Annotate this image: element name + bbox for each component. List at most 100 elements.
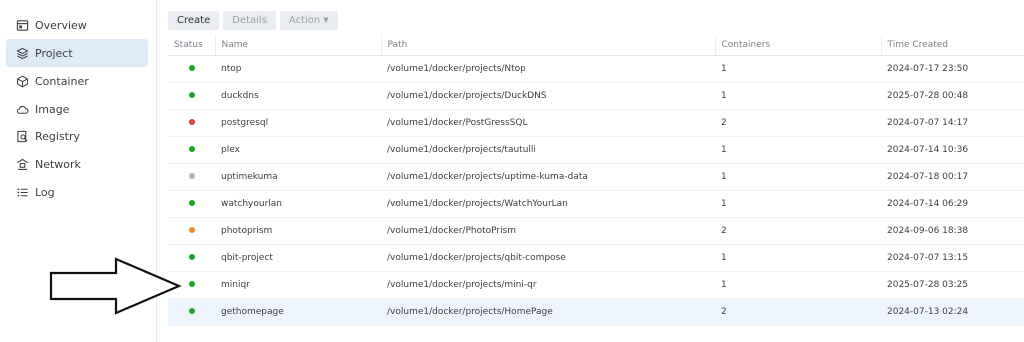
- status-dot-icon: [188, 254, 195, 260]
- sidebar-item-label: Network: [35, 157, 81, 171]
- name-cell: duckdns: [215, 82, 381, 110]
- time-created-cell: 2024-07-07 14:17: [881, 109, 1024, 137]
- toolbar: Create Details Action ▼: [168, 11, 338, 30]
- sidebar-item-container[interactable]: Container: [6, 67, 148, 95]
- path-cell: /volume1/docker/projects/qbit-compose: [381, 244, 715, 272]
- table-row[interactable]: watchyourlan/volume1/docker/projects/Wat…: [168, 190, 1024, 218]
- name-cell: gethomepage: [215, 298, 381, 326]
- status-dot-icon: [188, 308, 195, 314]
- containers-cell: 2: [715, 298, 881, 326]
- container-icon: [15, 74, 29, 88]
- status-dot-icon: [188, 92, 195, 98]
- containers-cell: 1: [715, 244, 881, 272]
- containers-cell: 1: [715, 55, 881, 83]
- status-cell: [168, 163, 215, 191]
- cloud-icon: [15, 102, 29, 116]
- status-cell: [168, 136, 215, 164]
- table-row[interactable]: ntop/volume1/docker/projects/Ntop 1 2024-0…: [168, 55, 1024, 83]
- project-table: Status Name Path Containers Time Created…: [168, 35, 1024, 326]
- containers-cell: 1: [715, 163, 881, 191]
- time-created-cell: 2024-07-18 00:17: [881, 163, 1024, 191]
- column-header-status[interactable]: Status: [168, 35, 216, 56]
- list-icon: [15, 185, 29, 199]
- name-cell: ntop: [215, 55, 381, 83]
- table-row[interactable]: uptimekuma/volume1/docker/projects/uptim…: [168, 163, 1024, 191]
- name-cell: photoprism: [215, 217, 381, 245]
- time-created-cell: 2024-07-07 13:15: [881, 244, 1024, 272]
- sidebar-item-label: Container: [35, 74, 89, 88]
- path-cell: /volume1/docker/projects/mini-qr: [381, 271, 715, 299]
- sidebar-item-registry[interactable]: Registry: [6, 122, 148, 150]
- sidebar-item-network[interactable]: Network: [6, 150, 148, 178]
- path-cell: /volume1/docker/projects/uptime-kuma-dat…: [381, 163, 715, 191]
- containers-cell: 1: [715, 271, 881, 299]
- status-dot-icon: [188, 200, 195, 206]
- table-row[interactable]: postgresql/volume1/docker/PostGressSQL 2 2…: [168, 109, 1024, 137]
- time-created-cell: 2024-07-17 23:50: [881, 55, 1024, 83]
- time-created-cell: 2024-07-14 10:36: [881, 136, 1024, 164]
- sidebar-item-log[interactable]: Log: [6, 178, 148, 206]
- path-cell: /volume1/docker/projects/Ntop: [381, 55, 715, 83]
- sidebar-item-overview[interactable]: Overview: [6, 11, 148, 39]
- sidebar-item-image[interactable]: Image: [6, 95, 148, 123]
- path-cell: /volume1/docker/projects/WatchYourLan: [381, 190, 715, 218]
- name-cell: postgresql: [215, 109, 381, 137]
- status-dot-icon: [188, 173, 195, 179]
- status-cell: [168, 217, 215, 245]
- project-icon: [15, 46, 29, 60]
- create-button[interactable]: Create: [168, 11, 220, 30]
- table-header-row: Status Name Path Containers Time Created: [168, 35, 1024, 56]
- path-cell: /volume1/docker/PhotoPrism: [381, 217, 715, 245]
- registry-icon: [15, 129, 29, 143]
- table-row[interactable]: duckdns/volume1/docker/projects/DuckDNS 1…: [168, 82, 1024, 110]
- containers-cell: 1: [715, 82, 881, 110]
- network-icon: [15, 157, 29, 171]
- time-created-cell: 2024-07-13 02:24: [881, 298, 1024, 326]
- name-cell: uptimekuma: [215, 163, 381, 191]
- chevron-down-icon: ▼: [323, 16, 329, 24]
- containers-cell: 2: [715, 217, 881, 245]
- status-dot-icon: [188, 146, 195, 152]
- action-button[interactable]: Action ▼: [279, 11, 338, 30]
- containers-cell: 1: [715, 136, 881, 164]
- name-cell: watchyourlan: [215, 190, 381, 218]
- sidebar-item-label: Project: [35, 46, 73, 60]
- annotation-arrow-icon: [49, 257, 182, 315]
- sidebar-item-project[interactable]: Project: [6, 39, 148, 67]
- path-cell: /volume1/docker/projects/tautulli: [381, 136, 715, 164]
- column-header-time-created[interactable]: Time Created: [881, 35, 1024, 56]
- table-row[interactable]: gethomepage/volume1/docker/projects/Home…: [168, 298, 1024, 326]
- name-cell: qbit-project: [215, 244, 381, 272]
- main-panel: Create Details Action ▼ Status Name Path …: [49, 0, 1024, 342]
- column-header-containers[interactable]: Containers: [715, 35, 882, 56]
- action-button-label: Action: [288, 15, 321, 26]
- status-dot-icon: [188, 281, 195, 287]
- time-created-cell: 2025-07-28 00:48: [881, 82, 1024, 110]
- table-row[interactable]: photoprism/volume1/docker/PhotoPrism 2 202…: [168, 217, 1024, 245]
- table-row[interactable]: qbit-project/volume1/docker/projects/qbi…: [168, 244, 1024, 272]
- column-header-path[interactable]: Path: [381, 35, 716, 56]
- name-cell: plex: [215, 136, 381, 164]
- column-header-name[interactable]: Name: [215, 35, 382, 56]
- details-button[interactable]: Details: [223, 11, 276, 30]
- status-cell: [168, 109, 215, 137]
- containers-cell: 1: [715, 190, 881, 218]
- sidebar-item-label: Log: [35, 185, 55, 199]
- time-created-cell: 2025-07-28 03:25: [881, 271, 1024, 299]
- name-cell: miniqr: [215, 271, 381, 299]
- status-cell: [168, 82, 215, 110]
- sidebar-item-label: Overview: [35, 18, 87, 32]
- table-row[interactable]: miniqr/volume1/docker/projects/mini-qr 1 2…: [168, 271, 1024, 299]
- status-dot-icon: [188, 119, 195, 125]
- overview-icon: [15, 18, 29, 32]
- status-dot-icon: [188, 227, 195, 233]
- path-cell: /volume1/docker/projects/DuckDNS: [381, 82, 715, 110]
- sidebar-item-label: Image: [35, 102, 70, 116]
- status-dot-icon: [188, 65, 195, 71]
- path-cell: /volume1/docker/PostGressSQL: [381, 109, 715, 137]
- status-cell: [168, 55, 215, 83]
- sidebar-item-label: Registry: [35, 129, 81, 143]
- path-cell: /volume1/docker/projects/HomePage: [381, 298, 715, 326]
- table-row[interactable]: plex/volume1/docker/projects/tautulli 1 20…: [168, 136, 1024, 164]
- containers-cell: 2: [715, 109, 881, 137]
